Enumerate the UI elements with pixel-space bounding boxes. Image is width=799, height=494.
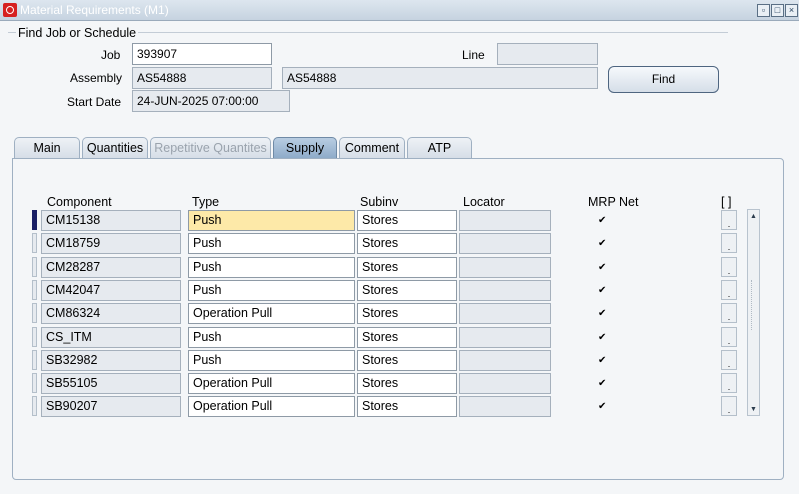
locator-cell[interactable] — [459, 233, 551, 254]
flexfield-column-header: [ ] — [721, 195, 732, 209]
subinv-column-header: Subinv — [360, 195, 399, 209]
type-cell[interactable]: Push — [188, 327, 355, 348]
component-cell[interactable]: CM42047 — [41, 280, 181, 301]
line-label: Line — [462, 48, 485, 62]
flexfield-cell[interactable]: . — [721, 233, 737, 253]
row-indicator[interactable] — [32, 350, 37, 370]
close-button[interactable]: × — [785, 4, 798, 17]
flexfield-cell[interactable]: . — [721, 210, 737, 230]
assembly-label: Assembly — [70, 71, 123, 85]
component-cell[interactable]: CM15138 — [41, 210, 181, 231]
subinv-cell[interactable]: Stores — [357, 350, 457, 371]
start-date-label: Start Date — [67, 95, 122, 109]
component-cell[interactable]: CS_ITM — [41, 327, 181, 348]
type-cell[interactable]: Push — [188, 257, 355, 278]
row-indicator[interactable] — [32, 396, 37, 416]
scroll-down-arrow-icon[interactable]: ▼ — [748, 404, 759, 415]
mrp-net-checkbox[interactable]: ✔ — [598, 356, 606, 366]
row-indicator[interactable] — [32, 303, 37, 323]
tab-quantities[interactable]: Quantities — [82, 137, 148, 158]
type-cell[interactable]: Push — [188, 233, 355, 254]
window-titlebar: Material Requirements (M1) ▫ □ × — [0, 0, 799, 21]
flexfield-cell[interactable]: . — [721, 280, 737, 300]
locator-cell[interactable] — [459, 396, 551, 417]
type-cell[interactable]: Push — [188, 350, 355, 371]
component-cell[interactable]: CM86324 — [41, 303, 181, 324]
component-cell[interactable]: SB55105 — [41, 373, 181, 394]
type-cell[interactable]: Push — [188, 280, 355, 301]
type-cell[interactable]: Push — [188, 210, 355, 231]
locator-cell[interactable] — [459, 303, 551, 324]
tab-comment[interactable]: Comment — [339, 137, 405, 158]
subinv-cell[interactable]: Stores — [357, 210, 457, 231]
row-indicator[interactable] — [32, 327, 37, 347]
locator-cell[interactable] — [459, 210, 551, 231]
type-column-header: Type — [192, 195, 220, 209]
job-label: Job — [101, 48, 121, 62]
subinv-cell[interactable]: Stores — [357, 303, 457, 324]
flexfield-cell[interactable]: . — [721, 327, 737, 347]
flexfield-cell[interactable]: . — [721, 396, 737, 416]
mrp-net-checkbox[interactable]: ✔ — [598, 379, 606, 389]
line-field[interactable] — [497, 43, 598, 65]
flexfield-cell[interactable]: . — [721, 303, 737, 323]
locator-cell[interactable] — [459, 327, 551, 348]
mrp-net-checkbox[interactable]: ✔ — [598, 333, 606, 343]
mrp-net-checkbox[interactable]: ✔ — [598, 402, 606, 412]
row-indicator[interactable] — [32, 257, 37, 277]
locator-cell[interactable] — [459, 373, 551, 394]
mrp-net-checkbox[interactable]: ✔ — [598, 286, 606, 296]
component-cell[interactable]: SB32982 — [41, 350, 181, 371]
mrp-net-checkbox[interactable]: ✔ — [598, 309, 606, 319]
scroll-up-arrow-icon[interactable]: ▲ — [748, 211, 759, 222]
maximize-button[interactable]: □ — [771, 4, 784, 17]
oracle-logo-icon — [3, 3, 17, 17]
component-cell[interactable]: CM28287 — [41, 257, 181, 278]
mrp-net-checkbox[interactable]: ✔ — [598, 239, 606, 249]
table-scrollbar[interactable]: ▲ ▼ — [747, 209, 760, 416]
mrp-net-checkbox[interactable]: ✔ — [598, 263, 606, 273]
start-date-field[interactable]: 24-JUN-2025 07:00:00 — [132, 90, 290, 112]
type-cell[interactable]: Operation Pull — [188, 303, 355, 324]
row-indicator[interactable] — [32, 373, 37, 393]
component-cell[interactable]: SB90207 — [41, 396, 181, 417]
tab-main[interactable]: Main — [14, 137, 80, 158]
type-cell[interactable]: Operation Pull — [188, 396, 355, 417]
component-cell[interactable]: CM18759 — [41, 233, 181, 254]
tab-supply[interactable]: Supply — [273, 137, 337, 158]
flexfield-cell[interactable]: . — [721, 257, 737, 277]
minimize-button[interactable]: ▫ — [757, 4, 770, 17]
subinv-cell[interactable]: Stores — [357, 280, 457, 301]
row-indicator[interactable] — [32, 210, 37, 230]
tab-atp[interactable]: ATP — [407, 137, 472, 158]
locator-cell[interactable] — [459, 280, 551, 301]
locator-column-header: Locator — [463, 195, 505, 209]
subinv-cell[interactable]: Stores — [357, 373, 457, 394]
row-indicator[interactable] — [32, 233, 37, 253]
subinv-cell[interactable]: Stores — [357, 233, 457, 254]
locator-cell[interactable] — [459, 257, 551, 278]
mrp-net-column-header: MRP Net — [588, 195, 639, 209]
type-cell[interactable]: Operation Pull — [188, 373, 355, 394]
locator-cell[interactable] — [459, 350, 551, 371]
job-field[interactable]: 393907 — [132, 43, 272, 65]
subinv-cell[interactable]: Stores — [357, 327, 457, 348]
assembly-description-field[interactable]: AS54888 — [282, 67, 598, 89]
scroll-grip[interactable] — [751, 280, 757, 330]
mrp-net-checkbox[interactable]: ✔ — [598, 216, 606, 226]
subinv-cell[interactable]: Stores — [357, 396, 457, 417]
tab-repetitive-quantites[interactable]: Repetitive Quantites — [150, 137, 271, 158]
find-button[interactable]: Find — [608, 66, 719, 93]
flexfield-cell[interactable]: . — [721, 373, 737, 393]
component-column-header: Component — [47, 195, 112, 209]
flexfield-cell[interactable]: . — [721, 350, 737, 370]
find-group-label: Find Job or Schedule — [16, 26, 139, 40]
assembly-field[interactable]: AS54888 — [132, 67, 272, 89]
window-title: Material Requirements (M1) — [20, 3, 169, 17]
subinv-cell[interactable]: Stores — [357, 257, 457, 278]
row-indicator[interactable] — [32, 280, 37, 300]
